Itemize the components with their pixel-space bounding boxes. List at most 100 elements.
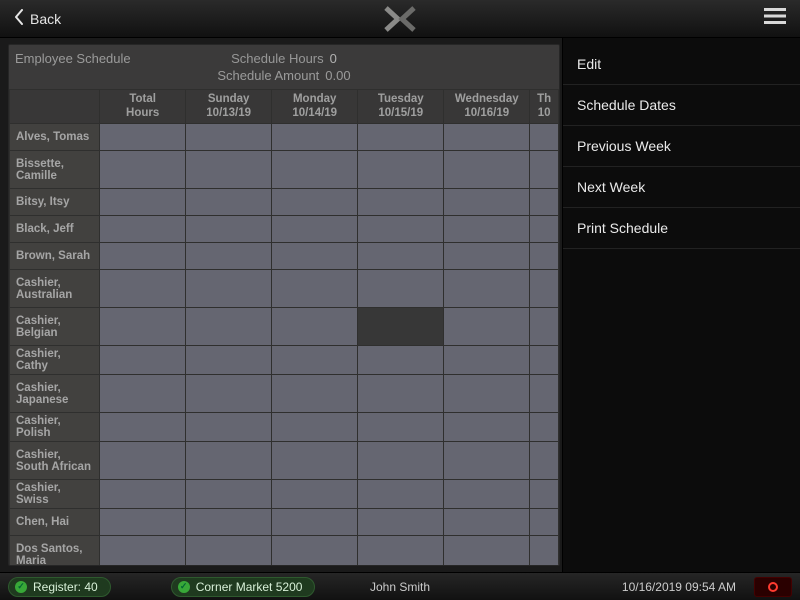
schedule-cell[interactable] [530,151,559,189]
schedule-cell[interactable] [186,124,272,151]
schedule-cell[interactable] [358,375,444,413]
register-pill[interactable]: ✓ Register: 40 [8,577,111,597]
schedule-cell[interactable] [358,413,444,442]
schedule-cell[interactable] [100,216,186,243]
schedule-cell[interactable] [272,509,358,536]
schedule-cell[interactable] [444,270,530,308]
schedule-cell[interactable] [444,413,530,442]
menu-item[interactable]: Previous Week [563,126,800,167]
schedule-cell[interactable] [530,124,559,151]
schedule-cell[interactable] [530,442,559,480]
schedule-cell[interactable] [186,243,272,270]
schedule-cell[interactable] [272,270,358,308]
schedule-cell[interactable] [530,189,559,216]
schedule-cell[interactable] [100,243,186,270]
schedule-cell[interactable] [444,536,530,566]
schedule-cell[interactable] [444,189,530,216]
schedule-cell[interactable] [530,216,559,243]
employee-name-cell[interactable]: Cashier, South African [10,442,100,480]
schedule-cell[interactable] [186,442,272,480]
menu-item[interactable]: Next Week [563,167,800,208]
employee-name-cell[interactable]: Cashier, Cathy [10,346,100,375]
schedule-cell[interactable] [186,536,272,566]
employee-name-cell[interactable]: Brown, Sarah [10,243,100,270]
menu-item[interactable]: Print Schedule [563,208,800,249]
store-pill[interactable]: ✓ Corner Market 5200 [171,577,316,597]
schedule-cell[interactable] [186,480,272,509]
schedule-cell[interactable] [358,151,444,189]
schedule-cell[interactable] [530,509,559,536]
schedule-cell[interactable] [444,442,530,480]
schedule-cell[interactable] [272,243,358,270]
employee-name-cell[interactable]: Chen, Hai [10,509,100,536]
schedule-cell[interactable] [358,189,444,216]
schedule-cell[interactable] [444,375,530,413]
status-indicator-button[interactable] [754,577,792,597]
schedule-cell[interactable] [100,536,186,566]
schedule-cell[interactable] [530,375,559,413]
schedule-cell[interactable] [358,509,444,536]
schedule-cell[interactable] [272,151,358,189]
schedule-cell[interactable] [444,480,530,509]
schedule-cell[interactable] [186,346,272,375]
schedule-cell[interactable] [358,124,444,151]
schedule-cell[interactable] [444,124,530,151]
employee-name-cell[interactable]: Alves, Tomas [10,124,100,151]
schedule-cell[interactable] [530,270,559,308]
schedule-cell[interactable] [186,151,272,189]
schedule-cell[interactable] [530,308,559,346]
schedule-cell[interactable] [186,308,272,346]
menu-item[interactable]: Edit [563,44,800,85]
schedule-cell[interactable] [186,189,272,216]
schedule-cell[interactable] [444,216,530,243]
schedule-cell[interactable] [358,442,444,480]
schedule-cell[interactable] [530,413,559,442]
schedule-cell[interactable] [100,189,186,216]
schedule-cell[interactable] [100,151,186,189]
schedule-cell[interactable] [272,480,358,509]
schedule-cell[interactable] [530,536,559,566]
schedule-cell[interactable] [358,243,444,270]
schedule-cell[interactable] [100,375,186,413]
schedule-cell[interactable] [100,346,186,375]
schedule-cell[interactable] [530,243,559,270]
schedule-cell[interactable] [272,413,358,442]
schedule-cell[interactable] [272,189,358,216]
menu-button[interactable] [758,0,792,37]
employee-name-cell[interactable]: Cashier, Belgian [10,308,100,346]
schedule-cell[interactable] [358,536,444,566]
employee-name-cell[interactable]: Dos Santos, Maria [10,536,100,566]
schedule-cell[interactable] [358,308,444,346]
schedule-cell[interactable] [272,536,358,566]
schedule-cell[interactable] [358,270,444,308]
employee-name-cell[interactable]: Black, Jeff [10,216,100,243]
schedule-cell[interactable] [100,442,186,480]
schedule-cell[interactable] [186,509,272,536]
schedule-cell[interactable] [444,509,530,536]
schedule-cell[interactable] [444,346,530,375]
schedule-cell[interactable] [272,442,358,480]
schedule-cell[interactable] [186,375,272,413]
employee-name-cell[interactable]: Cashier, Swiss [10,480,100,509]
menu-item[interactable]: Schedule Dates [563,85,800,126]
schedule-cell[interactable] [444,243,530,270]
schedule-cell[interactable] [530,346,559,375]
schedule-cell[interactable] [100,124,186,151]
schedule-cell[interactable] [272,216,358,243]
schedule-cell[interactable] [100,509,186,536]
schedule-cell[interactable] [272,308,358,346]
schedule-cell[interactable] [358,216,444,243]
employee-name-cell[interactable]: Bissette, Camille [10,151,100,189]
schedule-cell[interactable] [186,413,272,442]
employee-name-cell[interactable]: Cashier, Australian [10,270,100,308]
schedule-cell[interactable] [530,480,559,509]
schedule-cell[interactable] [100,413,186,442]
schedule-cell[interactable] [272,346,358,375]
schedule-cell[interactable] [272,375,358,413]
schedule-cell[interactable] [272,124,358,151]
schedule-cell[interactable] [358,480,444,509]
schedule-cell[interactable] [100,270,186,308]
schedule-cell[interactable] [186,270,272,308]
employee-name-cell[interactable]: Cashier, Polish [10,413,100,442]
back-button[interactable]: Back [0,0,75,37]
